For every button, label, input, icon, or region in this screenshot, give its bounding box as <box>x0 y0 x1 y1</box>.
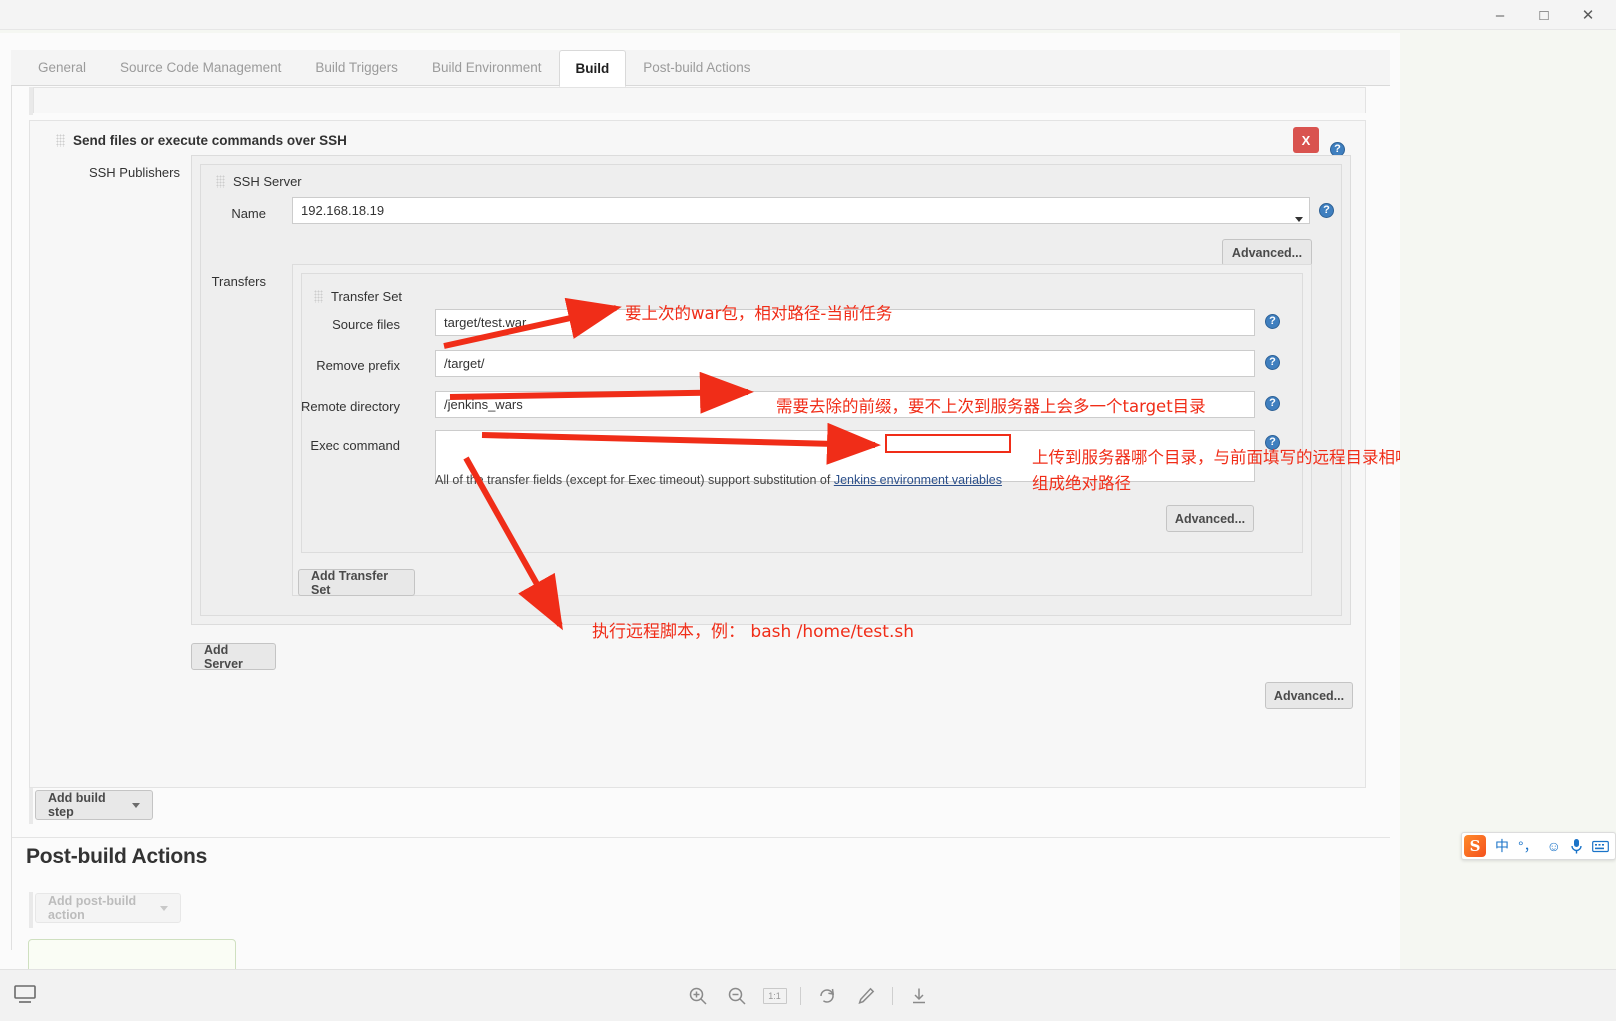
close-button[interactable]: ✕ <box>1566 0 1610 30</box>
rotate-icon[interactable] <box>814 983 840 1009</box>
ime-emoji-icon[interactable]: ☺ <box>1547 838 1561 854</box>
tab-post-build-actions[interactable]: Post-build Actions <box>626 50 767 86</box>
remote-directory-label: Remote directory <box>301 399 400 414</box>
transfers-label: Transfers <box>211 274 266 289</box>
tab-general[interactable]: General <box>21 50 103 86</box>
remove-prefix-label: Remove prefix <box>316 358 400 373</box>
add-server-label: Add Server <box>204 642 243 671</box>
toolbar-divider-1 <box>799 987 801 1005</box>
window-titlebar: – □ ✕ <box>0 0 1616 30</box>
annotation-remove-prefix: 需要去除的前缀，要不上次到服务器上会多一个target目录 <box>776 397 1206 416</box>
build-step-advanced-label: Advanced... <box>1273 688 1345 703</box>
drag-handle-icon-transfer-set[interactable] <box>314 290 323 303</box>
ssh-server-panel-title: SSH Server <box>216 174 302 189</box>
minimize-button[interactable]: – <box>1478 0 1522 30</box>
viewer-toolbar: 1:1 <box>0 969 1616 1021</box>
build-step-strip <box>33 87 1366 113</box>
config-tabs: General Source Code Management Build Tri… <box>21 50 768 87</box>
drag-handle-icon[interactable] <box>56 134 65 147</box>
edit-icon[interactable] <box>853 983 879 1009</box>
build-form-area: Send files or execute commands over SSH … <box>12 87 1390 969</box>
tab-source-code-management[interactable]: Source Code Management <box>103 50 298 86</box>
tab-build-environment[interactable]: Build Environment <box>415 50 559 86</box>
drag-handle-icon-ssh-server[interactable] <box>216 175 225 188</box>
build-step-advanced-button[interactable]: Advanced... <box>1265 682 1353 709</box>
add-post-build-rail <box>29 892 33 928</box>
annotation-exec-command: 执行远程脚本，例： bash /home/test.sh <box>592 622 914 642</box>
ssh-server-advanced-label: Advanced... <box>1231 245 1303 260</box>
help-icon-server-name[interactable]: ? <box>1319 203 1334 218</box>
help-icon-source-files[interactable]: ? <box>1265 314 1280 329</box>
ssh-build-step-title: Send files or execute commands over SSH <box>56 133 347 148</box>
add-post-build-action-label: Add post-build action <box>48 894 137 922</box>
download-icon[interactable] <box>906 983 932 1009</box>
ssh-publishers-label: SSH Publishers <box>88 165 180 180</box>
ime-language-toggle[interactable]: 中 <box>1495 836 1509 856</box>
post-build-actions-heading: Post-build Actions <box>26 845 208 868</box>
actual-size-icon[interactable]: 1:1 <box>762 988 787 1004</box>
ime-keyboard-icon[interactable] <box>1592 840 1609 853</box>
transfer-set-panel-title-text: Transfer Set <box>331 289 403 304</box>
chevron-down-icon-add-build-step <box>132 802 140 808</box>
ime-toolbar: S 中 °， ☺ <box>1461 832 1616 860</box>
add-build-step-label: Add build step <box>48 791 106 819</box>
viewer-toolbar-icons: 1:1 <box>0 970 1616 1021</box>
ssh-server-panel-title-text: SSH Server <box>233 174 302 189</box>
maximize-button[interactable]: □ <box>1522 0 1566 30</box>
annotation-highlight-box <box>885 434 1011 453</box>
add-post-build-action-button[interactable]: Add post-build action <box>35 893 181 923</box>
add-build-step-button[interactable]: Add build step <box>35 790 153 820</box>
jenkins-env-vars-link[interactable]: Jenkins environment variables <box>834 473 1002 487</box>
ime-voice-icon[interactable] <box>1570 838 1583 855</box>
zoom-in-icon[interactable] <box>685 983 711 1009</box>
add-transfer-set-label: Add Transfer Set <box>311 568 389 597</box>
delete-build-step-button[interactable]: X <box>1293 127 1319 153</box>
ime-punctuation-toggle[interactable]: °， <box>1518 836 1538 856</box>
add-transfer-set-button[interactable]: Add Transfer Set <box>298 568 415 597</box>
source-files-label: Source files <box>332 317 400 332</box>
help-icon-remote-directory[interactable]: ? <box>1265 396 1280 411</box>
ssh-server-advanced-button[interactable]: Advanced... <box>1222 239 1312 266</box>
sogou-logo-icon[interactable]: S <box>1464 835 1486 857</box>
app-root: – □ ✕ General Source Code Management Bui… <box>0 0 1616 1021</box>
exec-command-label: Exec command <box>310 438 400 453</box>
window-controls: – □ ✕ <box>1478 0 1610 30</box>
remove-prefix-input[interactable]: /target/ <box>435 350 1255 377</box>
add-server-button[interactable]: Add Server <box>191 642 276 671</box>
section-divider <box>12 837 1390 838</box>
transfer-set-advanced-button[interactable]: Advanced... <box>1166 505 1254 532</box>
annotation-remote-directory-line2: 组成绝对路径 <box>1032 474 1131 493</box>
chevron-down-icon-server-name[interactable] <box>1295 210 1303 225</box>
help-icon-remove-prefix[interactable]: ? <box>1265 355 1280 370</box>
zoom-out-icon[interactable] <box>724 983 750 1009</box>
transfer-set-advanced-label: Advanced... <box>1174 511 1246 526</box>
transfer-set-panel-title: Transfer Set <box>314 289 402 304</box>
ssh-server-name-label: Name <box>231 206 266 221</box>
save-bar <box>28 939 236 969</box>
config-tabbar: General Source Code Management Build Tri… <box>11 50 1390 87</box>
ssh-server-name-select[interactable]: 192.168.18.19 <box>292 197 1310 224</box>
tab-build[interactable]: Build <box>558 50 627 87</box>
tab-build-triggers[interactable]: Build Triggers <box>298 50 415 86</box>
ssh-build-step-title-text: Send files or execute commands over SSH <box>73 133 347 148</box>
jenkins-config-page: General Source Code Management Build Tri… <box>0 33 1400 969</box>
image-viewer-canvas: General Source Code Management Build Tri… <box>0 33 1400 969</box>
annotation-source-files: 要上次的war包，相对路径-当前任务 <box>625 304 893 323</box>
add-build-step-rail <box>29 788 33 824</box>
chevron-down-icon-add-post-build <box>160 905 168 911</box>
transfer-fields-hint-text: All of the transfer fields (except for E… <box>435 473 834 487</box>
transfer-fields-hint: All of the transfer fields (except for E… <box>435 473 1002 487</box>
toolbar-divider-2 <box>891 987 893 1005</box>
annotation-remote-directory-line1: 上传到服务器哪个目录，与前面填写的远程目录相呼应， <box>1032 448 1400 467</box>
